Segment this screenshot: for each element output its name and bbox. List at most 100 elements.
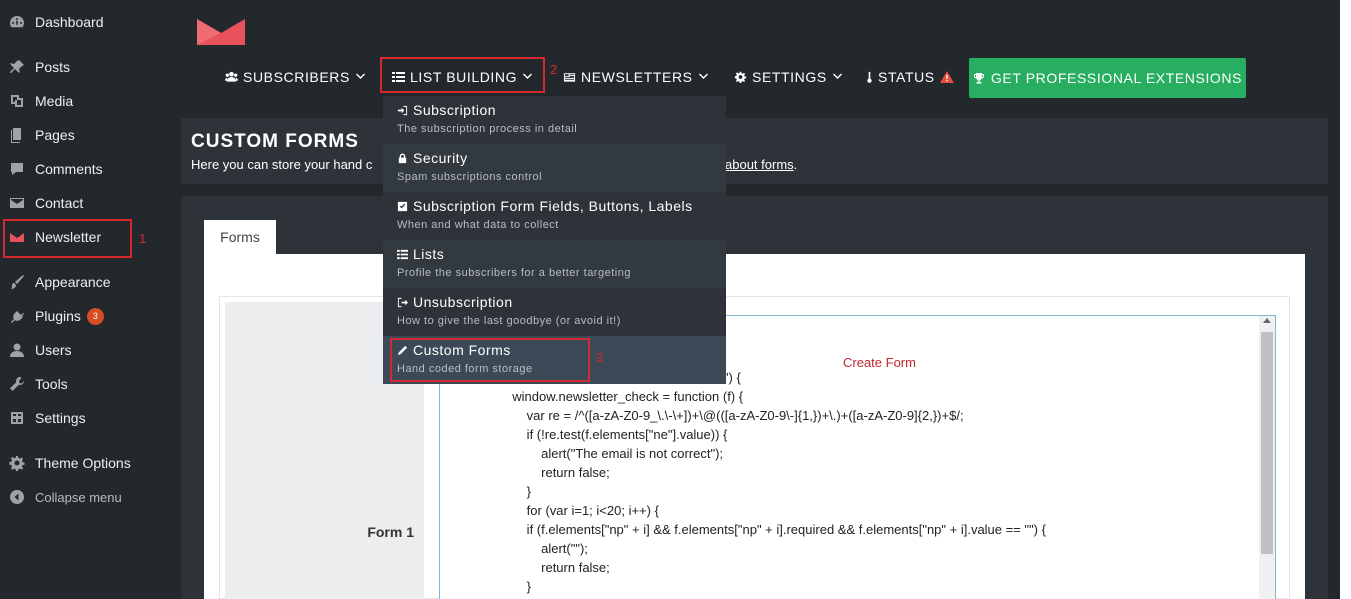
wrench-icon (8, 375, 26, 393)
annotation-box-list-building (380, 57, 545, 93)
dropdown-item-lists[interactable]: Lists Profile the subscribers for a bett… (383, 240, 726, 288)
sidebar-item-label: Settings (35, 410, 86, 426)
dropdown-item-form-fields[interactable]: Subscription Form Fields, Buttons, Label… (383, 192, 726, 240)
dropdown-item-unsubscription[interactable]: Unsubscription How to give the last good… (383, 288, 726, 336)
annotation-label-1: 1 (139, 231, 147, 246)
checkbox-icon (397, 201, 408, 211)
sign-out-icon (397, 297, 408, 307)
media-icon (8, 92, 26, 110)
create-form-annotation: Create Form (843, 355, 916, 370)
dropdown-item-desc: Spam subscriptions control (397, 171, 543, 183)
sidebar-item-contact[interactable]: Contact (0, 187, 160, 219)
annotation-label-3: 3 (596, 350, 604, 365)
dropdown-item-security[interactable]: Security Spam subscriptions control (383, 144, 726, 192)
chevron-down-icon (698, 73, 708, 79)
sidebar-item-label: Pages (35, 127, 75, 143)
brush-icon (8, 273, 26, 291)
warning-icon (939, 71, 954, 83)
textarea-scrollbar[interactable] (1259, 316, 1275, 599)
form-code-content: function") { window.newsletter_check = f… (512, 370, 1046, 599)
get-pro-label: GET PROFESSIONAL EXTENSIONS (990, 70, 1243, 86)
chevron-down-icon (355, 73, 365, 79)
thermometer-icon (867, 71, 872, 83)
sidebar-item-appearance[interactable]: Appearance (0, 266, 160, 298)
dropdown-item-desc: The subscription process in detail (397, 123, 578, 135)
sidebar-item-label: Appearance (35, 274, 111, 290)
trophy-icon (973, 73, 984, 84)
gear-icon (734, 71, 747, 83)
sidebar-item-label: Dashboard (35, 14, 104, 30)
sidebar-item-label: Posts (35, 59, 71, 75)
sign-in-icon (397, 105, 408, 115)
newspaper-icon (563, 73, 576, 82)
nav-status[interactable]: STATUS (866, 60, 954, 94)
dropdown-item-title: Unsubscription (413, 294, 513, 310)
nav-newsletters-label: NEWSLETTERS (581, 69, 693, 85)
nav-settings-label: SETTINGS (752, 69, 827, 85)
sidebar-item-posts[interactable]: Posts (0, 51, 160, 83)
annotation-box-custom-forms (390, 338, 590, 382)
sidebar-item-comments[interactable]: Comments (0, 153, 160, 185)
sidebar-item-label: Theme Options (35, 455, 131, 471)
list-icon (397, 249, 408, 259)
sidebar-item-plugins[interactable]: Plugins 3 (0, 300, 160, 332)
sidebar-item-media[interactable]: Media (0, 85, 160, 117)
dropdown-item-title: Lists (413, 246, 445, 262)
scroll-up-arrow-icon[interactable] (1263, 318, 1271, 323)
nav-subscribers-label: SUBSCRIBERS (243, 69, 350, 85)
scroll-thumb[interactable] (1261, 332, 1273, 554)
nav-subscribers[interactable]: SUBSCRIBERS (225, 60, 366, 94)
nav-newsletters[interactable]: NEWSLETTERS (563, 60, 709, 94)
nav-settings[interactable]: SETTINGS (734, 60, 843, 94)
forms-table: Form 1 function") { window.newsletter_ch… (219, 296, 1290, 599)
dropdown-item-subscription[interactable]: Subscription The subscription process in… (383, 96, 726, 144)
page-subtitle: Here you can store your hand c (191, 157, 373, 172)
sidebar-item-pages[interactable]: Pages (0, 119, 160, 151)
annotation-label-2: 2 (550, 62, 558, 77)
nav-status-label: STATUS (878, 69, 935, 85)
sidebar-item-settings[interactable]: Settings (0, 402, 160, 434)
gear-icon (8, 454, 26, 472)
sidebar-item-theme-options[interactable]: Theme Options (0, 447, 160, 479)
dropdown-item-desc: When and what data to collect (397, 219, 559, 231)
pin-icon (8, 58, 26, 76)
sidebar-collapse-menu[interactable]: Collapse menu (0, 481, 160, 513)
comment-icon (8, 160, 26, 178)
lock-icon (398, 152, 407, 163)
user-icon (8, 341, 26, 359)
dropdown-item-title: Subscription (413, 102, 497, 118)
page-header: CUSTOM FORMS Here you can store your han… (181, 118, 1328, 184)
page-title: CUSTOM FORMS (191, 131, 359, 152)
sidebar-item-tools[interactable]: Tools (0, 368, 160, 400)
sidebar-item-label: Users (35, 342, 72, 358)
sidebar-item-users[interactable]: Users (0, 334, 160, 366)
sidebar-item-label: Plugins (35, 308, 81, 324)
sidebar-item-label: Contact (35, 195, 84, 211)
sidebar-item-label: Media (35, 93, 74, 109)
wp-admin-sidebar: Dashboard Posts Media Pages Comments Con… (0, 0, 160, 599)
dropdown-item-desc: Profile the subscribers for a better tar… (397, 267, 631, 279)
form-1-label: Form 1 (367, 524, 414, 540)
newsletter-plugin-main: SUBSCRIBERS LIST BUILDING NEWSLETTERS SE… (160, 0, 1351, 599)
mail-icon (8, 194, 26, 212)
tab-forms[interactable]: Forms (204, 220, 276, 254)
sidebar-item-label: Collapse menu (35, 489, 122, 505)
get-pro-extensions-button[interactable]: GET PROFESSIONAL EXTENSIONS (969, 58, 1246, 98)
settings-icon (8, 409, 26, 427)
about-forms-link[interactable]: about forms (725, 157, 794, 172)
plug-icon (8, 307, 26, 325)
sidebar-item-label: Comments (35, 161, 103, 177)
plugins-update-badge: 3 (86, 307, 104, 325)
chevron-down-icon (832, 73, 842, 79)
dropdown-item-title: Subscription Form Fields, Buttons, Label… (413, 198, 693, 214)
page-subtitle-end: about forms. (725, 157, 797, 172)
collapse-icon (8, 488, 26, 506)
page-body: Forms Form 1 function") { window.newslet… (181, 196, 1328, 599)
forms-tab-panel: Form 1 function") { window.newsletter_ch… (204, 254, 1305, 599)
sidebar-item-label: Tools (35, 376, 68, 392)
sidebar-item-dashboard[interactable]: Dashboard (0, 6, 160, 38)
annotation-box-newsletter (3, 219, 132, 258)
users-icon (225, 71, 238, 82)
window-right-edge (1340, 0, 1351, 599)
dashboard-icon (8, 13, 26, 31)
